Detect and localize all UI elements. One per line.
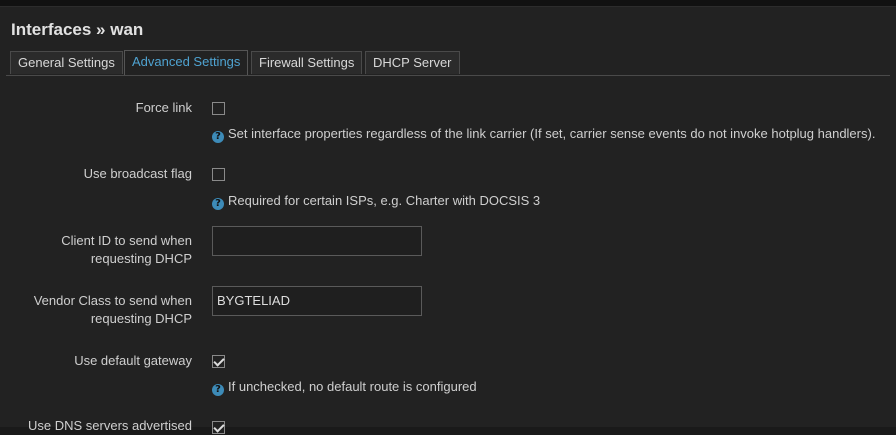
page-title: Interfaces » wan <box>11 20 144 39</box>
broadcast-flag-help: ? Required for certain ISPs, e.g. Charter… <box>212 193 540 210</box>
broadcast-flag-help-text: Required for certain ISPs, e.g. Charter … <box>228 193 541 208</box>
broadcast-flag-label: Use broadcast flag <box>83 166 192 181</box>
vendor-class-label: Vendor Class to send when requesting DHC… <box>34 292 192 328</box>
client-id-label-line2: requesting DHCP <box>90 251 192 266</box>
default-gateway-label: Use default gateway <box>74 353 192 368</box>
tab-advanced-settings[interactable]: Advanced Settings <box>124 50 249 75</box>
question-circle-icon: ? <box>212 131 224 143</box>
tab-general-settings[interactable]: General Settings <box>10 51 123 74</box>
default-gateway-help: ? If unchecked, no default route is confi… <box>212 379 477 396</box>
tab-dhcp-server[interactable]: DHCP Server <box>365 51 460 74</box>
vendor-class-label-line2: requesting DHCP <box>90 311 192 326</box>
force-link-checkbox[interactable] <box>212 102 225 115</box>
default-gateway-checkbox[interactable] <box>212 355 225 368</box>
force-link-help: ? Set interface properties regardless of … <box>212 126 875 143</box>
broadcast-flag-checkbox[interactable] <box>212 168 225 181</box>
dns-advertised-checkbox[interactable] <box>212 421 225 434</box>
tab-firewall-settings[interactable]: Firewall Settings <box>251 51 363 74</box>
interface-panel: Interfaces » wan General Settings Advanc… <box>0 6 896 434</box>
question-circle-icon: ? <box>212 198 224 210</box>
dns-advertised-label: Use DNS servers advertised <box>28 418 192 433</box>
force-link-help-text: Set interface properties regardless of t… <box>228 126 876 141</box>
force-link-label: Force link <box>135 100 192 115</box>
client-id-input[interactable] <box>212 226 422 256</box>
vendor-class-input[interactable]: BYGTELIAD <box>212 286 422 316</box>
vendor-class-label-line1: Vendor Class to send when <box>33 293 192 308</box>
client-id-label-line1: Client ID to send when <box>61 233 192 248</box>
question-circle-icon: ? <box>212 384 224 396</box>
default-gateway-help-text: If unchecked, no default route is config… <box>228 379 477 394</box>
tab-divider <box>6 75 890 76</box>
client-id-label: Client ID to send when requesting DHCP <box>61 232 192 268</box>
